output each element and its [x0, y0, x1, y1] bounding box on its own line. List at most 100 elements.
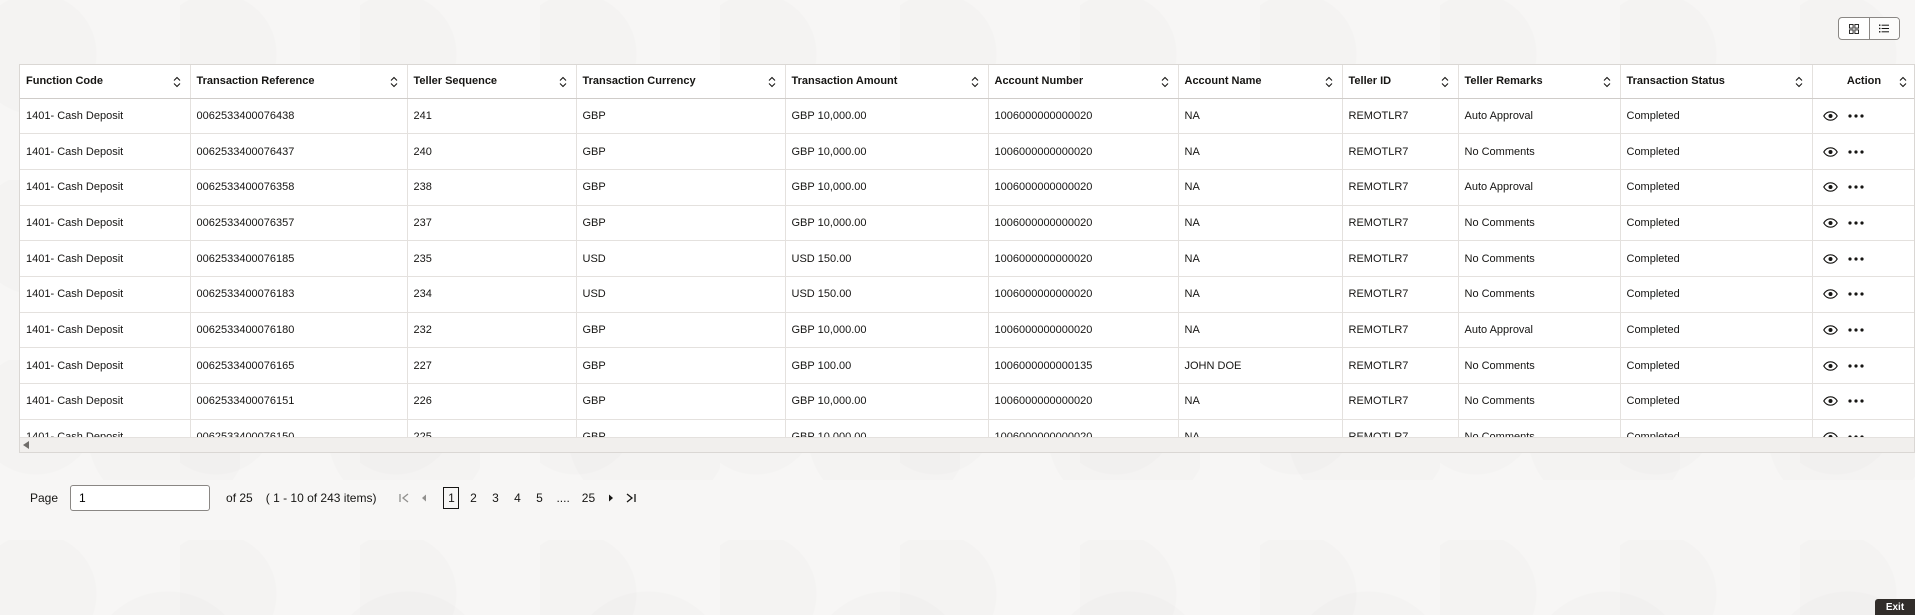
- more-options-button[interactable]: [1847, 221, 1864, 225]
- more-options-button[interactable]: [1847, 114, 1864, 118]
- sort-icon[interactable]: [1161, 76, 1169, 88]
- table-cell: Completed: [1620, 133, 1813, 170]
- row-actions: [1812, 169, 1914, 206]
- list-view-button[interactable]: [1868, 18, 1899, 39]
- table-cell: REMOTLR7: [1342, 276, 1459, 313]
- table-cell: Completed: [1620, 383, 1813, 420]
- sort-icon[interactable]: [971, 76, 979, 88]
- more-options-button[interactable]: [1847, 185, 1864, 189]
- eye-icon: [1822, 218, 1838, 228]
- table-cell: GBP 10,000.00: [785, 98, 989, 135]
- column-header[interactable]: Account Name: [1178, 65, 1343, 99]
- table-cell: 1006000000000020: [988, 133, 1179, 170]
- table-cell: No Comments: [1458, 133, 1621, 170]
- sort-icon[interactable]: [1603, 76, 1611, 88]
- table-cell: 232: [407, 312, 577, 349]
- table-row[interactable]: 1401- Cash Deposit 0062533400076183 234 USD…: [20, 276, 1914, 313]
- column-header[interactable]: Transaction Currency: [576, 65, 786, 99]
- sort-icon[interactable]: [173, 76, 181, 88]
- table-cell: GBP: [576, 205, 786, 242]
- column-header[interactable]: Account Number: [988, 65, 1179, 99]
- sort-icon[interactable]: [1795, 76, 1803, 88]
- view-details-button[interactable]: [1822, 146, 1838, 157]
- table-row[interactable]: 1401- Cash Deposit 0062533400076151 226 GBP…: [20, 383, 1914, 420]
- page-total-text: of 25: [226, 491, 253, 505]
- table-cell: REMOTLR7: [1342, 383, 1459, 420]
- table-cell: Completed: [1620, 98, 1813, 135]
- grid-view-icon: [1848, 23, 1859, 34]
- sort-icon[interactable]: [768, 76, 776, 88]
- table-cell: No Comments: [1458, 347, 1621, 384]
- view-details-button[interactable]: [1822, 218, 1838, 228]
- page-number-button[interactable]: 4: [509, 487, 525, 509]
- eye-icon: [1822, 289, 1838, 300]
- column-header[interactable]: Teller ID: [1342, 65, 1459, 99]
- table-row[interactable]: 1401- Cash Deposit 0062533400076357 237 GBP…: [20, 205, 1914, 242]
- column-header[interactable]: Function Code: [20, 65, 191, 99]
- column-header[interactable]: Action: [1812, 65, 1914, 99]
- more-options-button[interactable]: [1847, 256, 1864, 261]
- column-header[interactable]: Transaction Reference: [190, 65, 408, 99]
- eye-icon: [1822, 253, 1838, 264]
- more-options-button[interactable]: [1847, 328, 1864, 332]
- column-header[interactable]: Transaction Amount: [785, 65, 989, 99]
- table-cell: GBP: [576, 312, 786, 349]
- view-details-button[interactable]: [1822, 396, 1838, 407]
- view-details-button[interactable]: [1822, 111, 1838, 121]
- more-options-button[interactable]: [1847, 364, 1864, 368]
- eye-icon: [1822, 111, 1838, 121]
- column-header[interactable]: Teller Sequence: [407, 65, 577, 99]
- sort-icon[interactable]: [559, 76, 567, 88]
- table-cell: 237: [407, 205, 577, 242]
- table-cell: 0062533400076183: [190, 276, 408, 313]
- table-row[interactable]: 1401- Cash Deposit 0062533400076438 241 GBP…: [20, 98, 1914, 135]
- previous-page-button[interactable]: [414, 487, 434, 509]
- view-details-button[interactable]: [1822, 325, 1838, 335]
- view-details-button[interactable]: [1822, 289, 1838, 300]
- horizontal-scrollbar[interactable]: [20, 437, 1914, 452]
- eye-icon: [1822, 360, 1838, 371]
- page-number-input[interactable]: [70, 485, 211, 511]
- scrollbar-thumb[interactable]: [34, 441, 1889, 449]
- more-options-button[interactable]: [1847, 292, 1864, 296]
- row-actions: [1812, 276, 1914, 313]
- table-row[interactable]: 1401- Cash Deposit 0062533400076180 232 GBP…: [20, 312, 1914, 349]
- table-cell: Auto Approval: [1458, 312, 1621, 349]
- column-header-label: Transaction Status: [1626, 75, 1725, 88]
- grid-view-button[interactable]: [1839, 18, 1869, 39]
- view-details-button[interactable]: [1822, 360, 1838, 371]
- table-cell: 1006000000000020: [988, 312, 1179, 349]
- scroll-left-icon[interactable]: [23, 441, 29, 449]
- table-row[interactable]: 1401- Cash Deposit 0062533400076165 227 GBP…: [20, 347, 1914, 384]
- exit-button[interactable]: Exit: [1875, 599, 1915, 615]
- page-number-button[interactable]: 3: [487, 487, 503, 509]
- list-view-icon: [1879, 24, 1890, 33]
- column-header[interactable]: Teller Remarks: [1458, 65, 1621, 99]
- page-number-button[interactable]: 2: [465, 487, 481, 509]
- view-details-button[interactable]: [1822, 253, 1838, 264]
- page-number-button[interactable]: 25: [579, 487, 598, 509]
- table-row[interactable]: 1401- Cash Deposit 0062533400076358 238 GBP…: [20, 169, 1914, 206]
- page-number-button[interactable]: 5: [531, 487, 547, 509]
- table-cell: 1401- Cash Deposit: [20, 276, 191, 313]
- table-cell: USD 150.00: [785, 240, 989, 277]
- table-cell: 1006000000000020: [988, 169, 1179, 206]
- page-number-button[interactable]: 1: [443, 487, 460, 509]
- sort-icon[interactable]: [1441, 76, 1449, 88]
- table-cell: Completed: [1620, 347, 1813, 384]
- last-page-button[interactable]: [621, 487, 641, 509]
- table-row[interactable]: 1401- Cash Deposit 0062533400076185 235 USD…: [20, 240, 1914, 277]
- column-header[interactable]: Transaction Status: [1620, 65, 1813, 99]
- sort-icon[interactable]: [1899, 76, 1907, 88]
- table-row[interactable]: 1401- Cash Deposit 0062533400076437 240 GBP…: [20, 133, 1914, 170]
- sort-icon[interactable]: [1325, 76, 1333, 88]
- more-options-button[interactable]: [1847, 399, 1864, 403]
- first-page-button[interactable]: [394, 487, 414, 509]
- sort-icon[interactable]: [390, 76, 398, 88]
- column-header-label: Transaction Reference: [196, 75, 315, 88]
- more-options-icon: [1847, 256, 1864, 261]
- view-details-button[interactable]: [1822, 182, 1838, 193]
- next-page-button[interactable]: [601, 487, 621, 509]
- more-options-button[interactable]: [1847, 149, 1864, 154]
- table-cell: 1006000000000020: [988, 276, 1179, 313]
